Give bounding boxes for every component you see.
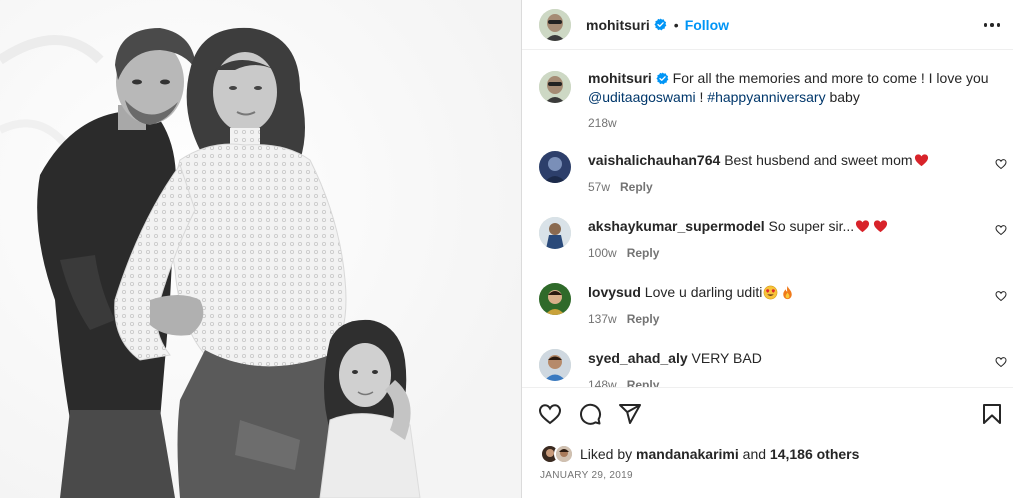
caption-text-part3: baby: [829, 89, 860, 105]
commenter-username[interactable]: akshaykumar_supermodel: [588, 218, 765, 234]
comment-text: syed_ahad_aly VERY BAD: [588, 349, 1009, 368]
verified-badge-icon: [656, 72, 669, 85]
post-date[interactable]: JANUARY 29, 2019: [540, 470, 633, 481]
reply-button[interactable]: Reply: [627, 246, 660, 260]
comment-text: vaishalichauhan764 Best husbend and swee…: [588, 151, 1009, 170]
caption-text-part1: For all the memories and more to come ! …: [672, 70, 989, 86]
caption-username[interactable]: mohitsuri: [588, 70, 652, 86]
author-username[interactable]: mohitsuri: [586, 17, 650, 33]
red-heart-emoji-icon: [874, 220, 888, 233]
comment-meta: 100w Reply: [588, 246, 1009, 260]
author-avatar[interactable]: [539, 8, 571, 41]
commenter-avatar[interactable]: [539, 283, 571, 315]
verified-badge-icon: [654, 18, 667, 31]
comment-body: So super sir...: [768, 218, 855, 234]
photo-illustration: [0, 0, 521, 498]
heart-eyes-emoji-icon: [763, 285, 778, 300]
post-caption: mohitsuri For all the memories and more …: [539, 69, 999, 130]
heart-icon[interactable]: [995, 224, 1007, 236]
follow-button[interactable]: Follow: [685, 17, 729, 33]
reply-button[interactable]: Reply: [627, 312, 660, 326]
share-icon[interactable]: [618, 402, 642, 426]
comment-age[interactable]: 148w: [588, 378, 617, 387]
likes-summary: Liked by mandanakarimi and 14,186 others: [540, 444, 859, 464]
heart-icon[interactable]: [995, 290, 1007, 302]
comments-section[interactable]: mohitsuri For all the memories and more …: [522, 51, 1013, 387]
comment-text: akshaykumar_supermodel So super sir...: [588, 217, 1009, 236]
comment-body: VERY BAD: [691, 350, 762, 366]
commenter-avatar[interactable]: [539, 151, 571, 183]
heart-icon[interactable]: [995, 158, 1007, 170]
comment-age[interactable]: 137w: [588, 312, 617, 326]
fire-emoji-icon: [783, 285, 793, 300]
comment-icon[interactable]: [578, 402, 602, 426]
likes-text: Liked by mandanakarimi and 14,186 others: [580, 446, 859, 462]
commenter-avatar[interactable]: [539, 217, 571, 249]
commenter-username[interactable]: vaishalichauhan764: [588, 152, 720, 168]
red-heart-emoji-icon: [914, 154, 928, 167]
liked-by-user[interactable]: mandanakarimi: [636, 446, 739, 462]
caption-text: mohitsuri For all the memories and more …: [588, 69, 999, 107]
heart-icon[interactable]: [995, 356, 1007, 368]
likes-prefix: Liked by: [580, 446, 633, 462]
caption-age[interactable]: 218w: [588, 116, 999, 130]
comment-age[interactable]: 100w: [588, 246, 617, 260]
commenter-username[interactable]: syed_ahad_aly: [588, 350, 688, 366]
comment-meta: 148w Reply: [588, 378, 1009, 387]
comment-body: Love u darling uditi: [644, 284, 763, 300]
more-options-icon[interactable]: [982, 16, 1002, 34]
caption-text-part2: !: [699, 89, 704, 105]
header-dot-separator: •: [673, 16, 679, 33]
bookmark-icon[interactable]: [980, 402, 1004, 426]
comment-item: lovysud Love u darling uditi 137w Reply: [539, 283, 1009, 326]
comment-body: Best husbend and sweet mom: [724, 152, 913, 168]
post-detail-panel: mohitsuri • Follow mohitsuri For all the…: [521, 0, 1013, 498]
post-header: mohitsuri • Follow: [522, 0, 1013, 50]
caption-author-avatar[interactable]: [539, 71, 571, 103]
red-heart-emoji-icon: [856, 220, 870, 233]
post-actions: Liked by mandanakarimi and 14,186 others…: [522, 387, 1013, 498]
reply-button[interactable]: Reply: [627, 378, 660, 387]
comment-meta: 137w Reply: [588, 312, 1009, 326]
commenter-username[interactable]: lovysud: [588, 284, 641, 300]
likes-middle: and: [742, 446, 767, 462]
post-photo[interactable]: [0, 0, 521, 498]
caption-hashtag-link[interactable]: #happyanniversary: [707, 89, 825, 105]
liker-avatar[interactable]: [554, 444, 574, 464]
comment-item: syed_ahad_aly VERY BAD 148w Reply: [539, 349, 1009, 387]
comment-meta: 57w Reply: [588, 180, 1009, 194]
heart-icon[interactable]: [538, 402, 562, 426]
reply-button[interactable]: Reply: [620, 180, 653, 194]
commenter-avatar[interactable]: [539, 349, 571, 381]
comment-text: lovysud Love u darling uditi: [588, 283, 1009, 302]
comment-item: vaishalichauhan764 Best husbend and swee…: [539, 151, 1009, 194]
action-buttons: [538, 402, 642, 426]
comment-item: akshaykumar_supermodel So super sir... 1…: [539, 217, 1009, 260]
comment-age[interactable]: 57w: [588, 180, 610, 194]
likes-count[interactable]: 14,186 others: [770, 446, 860, 462]
caption-mention-link[interactable]: @uditaagoswami: [588, 89, 696, 105]
